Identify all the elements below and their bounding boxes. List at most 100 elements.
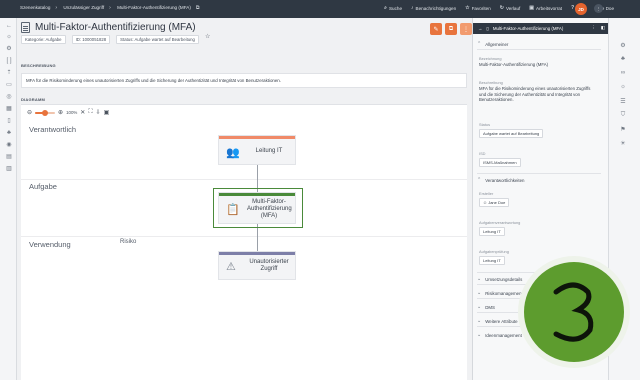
help-icon: ? [571,5,575,11]
list-icon[interactable]: ☰ [619,98,627,105]
table-icon[interactable]: ▦ [5,105,13,113]
gear-icon[interactable]: ⚙ [5,45,13,53]
copy-icon[interactable]: ⧉ [196,5,200,11]
cycle-icon[interactable]: ◎ [5,93,13,101]
node-label: Leitung IT [255,148,283,154]
chevron-down-icon: ⌄ [477,290,482,296]
field-label: ISD [479,151,486,156]
creator-name: Jane Doe [488,200,506,205]
menu-dots-icon[interactable]: ⋮ [594,4,603,13]
more-button[interactable]: ⋮ [460,23,472,35]
node-stripe [219,136,295,139]
section-collapsed-3[interactable]: ⌄ Weitere Attribute [477,318,518,324]
node-responsible[interactable]: 👥 Leitung IT [218,135,296,165]
fit-icon[interactable]: ✕ [80,109,85,116]
nav-notifications[interactable]: ♪ Benachrichtigungen [411,5,456,11]
node-label: Multi-Faktor-Authentifizierung (MFA) [247,199,292,219]
flag-icon[interactable]: ⚑ [619,126,627,133]
briefcase-icon: ▣ [529,5,535,11]
lane-label-usage: Verwendung [29,240,71,249]
zoom-toolbar: ⊖ ⊕ 100% ✕ ⛶ ⇩ ▣ [27,109,109,116]
chevron-right-icon: › [109,5,111,11]
upload-icon[interactable]: ⇡ [5,69,13,77]
diagram-canvas[interactable]: ⊖ ⊕ 100% ✕ ⛶ ⇩ ▣ Verantwortlich Aufgabe … [21,104,467,380]
copy-button[interactable]: ⧉ [445,23,457,35]
node-task[interactable]: 📋 Multi-Faktor-Authentifizierung (MFA) [218,192,296,224]
breadcrumb-item-current: Multi-Faktor-Authentifizierung (MFA) [117,5,191,10]
page-header: Multi-Faktor-Authentifizierung (MFA) [21,22,196,33]
zoom-slider[interactable] [35,109,56,116]
monitor-icon[interactable]: ▭ [5,81,13,89]
arrow-right-icon[interactable]: → [478,26,482,31]
divider [477,49,601,50]
back-arrow-icon[interactable]: ← [5,22,13,30]
status-badge: Status: Aufgabe wartet auf Bearbeitung [116,35,199,44]
lightbulb-icon[interactable]: ☼ [5,33,13,41]
print-icon[interactable]: ▣ [104,109,110,116]
section-responsibilities[interactable]: ⌃ Verantwortlichkeiten [477,177,525,183]
section-collapsed-2[interactable]: ⌄ DMS [477,304,495,310]
avatar[interactable]: JD [575,3,587,15]
document-icon: ▯ [486,25,489,31]
action-buttons: ✎ ⧉ ⋮ [430,23,472,35]
node-usage[interactable]: ⚠ Unautorisierter Zugriff [218,251,296,280]
zoom-in-icon[interactable]: ⊕ [58,109,63,116]
breadcrumb-item-catalog[interactable]: Szenenkatalog [20,5,50,10]
field-value-name: Multi-Faktor-Authentifizierung (MFA) [479,62,549,67]
chevron-down-icon: ⌄ [477,318,482,324]
panel-header: → ▯ Multi-Faktor-Authentifizierung (MFA)… [473,23,609,34]
chevron-down-icon: ⌄ [477,276,482,282]
zoom-out-icon[interactable]: ⊖ [27,109,32,116]
download-icon[interactable]: ⇩ [96,109,101,116]
chevron-down-icon: ⌄ [477,304,482,310]
trash-icon[interactable]: ▥ [5,165,13,173]
org-chart-icon[interactable]: ♣ [5,129,13,137]
brackets-icon[interactable]: [ ] [5,57,13,65]
nav-search[interactable]: ⌕ Suche [384,5,402,11]
fullscreen-icon[interactable]: ⛶ [88,109,92,116]
creator-chip: ☺ Jane Doe [479,198,510,207]
nav-history[interactable]: ↻ Verlauf [500,5,521,11]
eye-icon[interactable]: ◉ [5,141,13,149]
section-collapsed-0[interactable]: ⌄ Umsetzungsdetails [477,276,522,282]
document-icon[interactable]: ▯ [5,117,13,125]
nav-favorites[interactable]: ☆ Favoriten [465,5,491,11]
chevron-up-icon: ⌃ [477,177,482,183]
bulb-icon[interactable]: ☀ [619,140,627,147]
warning-icon: ⚠ [226,261,236,273]
lane-separator [21,179,467,180]
section-title: Umsetzungsdetails [485,276,523,282]
collapse-panel-icon[interactable]: ◧ [601,25,605,31]
breadcrumb: Szenenkatalog › Unzulässiger Zugriff › Mul… [20,5,204,11]
settings-icon[interactable]: ⚙ [619,42,627,49]
section-title: Ideenmanagement [485,332,522,338]
category-badge: Kategorie: Aufgabe [21,35,66,44]
field-label: Aufgabenprüfung [479,249,509,254]
breadcrumb-item-access[interactable]: Unzulässiger Zugriff [63,5,104,10]
favorite-star-icon[interactable]: ☆ [205,34,210,44]
top-bar: Szenenkatalog › Unzulässiger Zugriff › Mul… [0,0,640,18]
section-title: Weitere Attribute [485,318,518,324]
lightbulb-icon[interactable]: ☼ [619,84,627,90]
main-content: Multi-Faktor-Authentifizierung (MFA) ✎ ⧉… [17,18,472,380]
meta-row: Kategorie: Aufgabe ID: 1000051828 Status… [21,34,210,44]
more-vertical-icon[interactable]: ⋮ [591,25,595,31]
check-chip: Leitung IT [479,256,505,265]
field-label: Beschreibung [479,80,503,85]
shield-icon[interactable]: ⛉ [619,112,627,119]
section-collapsed-1[interactable]: ⌄ Risikomanagement [477,290,523,296]
zoom-level: 100% [66,110,78,115]
field-label: Ersteller [479,191,494,196]
nav-worklist[interactable]: ▣ Arbeitsvorrat [529,5,562,11]
edit-button[interactable]: ✎ [430,23,442,35]
zoom-slider-knob[interactable] [42,109,49,116]
calendar-icon[interactable]: ▤ [5,153,13,161]
section-collapsed-4[interactable]: ⌄ Ideenmanagement [477,332,522,338]
org-chart-icon[interactable]: ♣ [619,56,627,62]
node-stripe [219,193,295,196]
field-label: Aufgabenverantwortung [479,220,521,225]
lane-label-task: Aufgabe [29,182,57,191]
lane-label-responsible: Verantwortlich [29,125,77,134]
link-icon[interactable]: ∞ [619,70,627,76]
section-general[interactable]: ⌃ Allgemeiner [477,41,508,47]
